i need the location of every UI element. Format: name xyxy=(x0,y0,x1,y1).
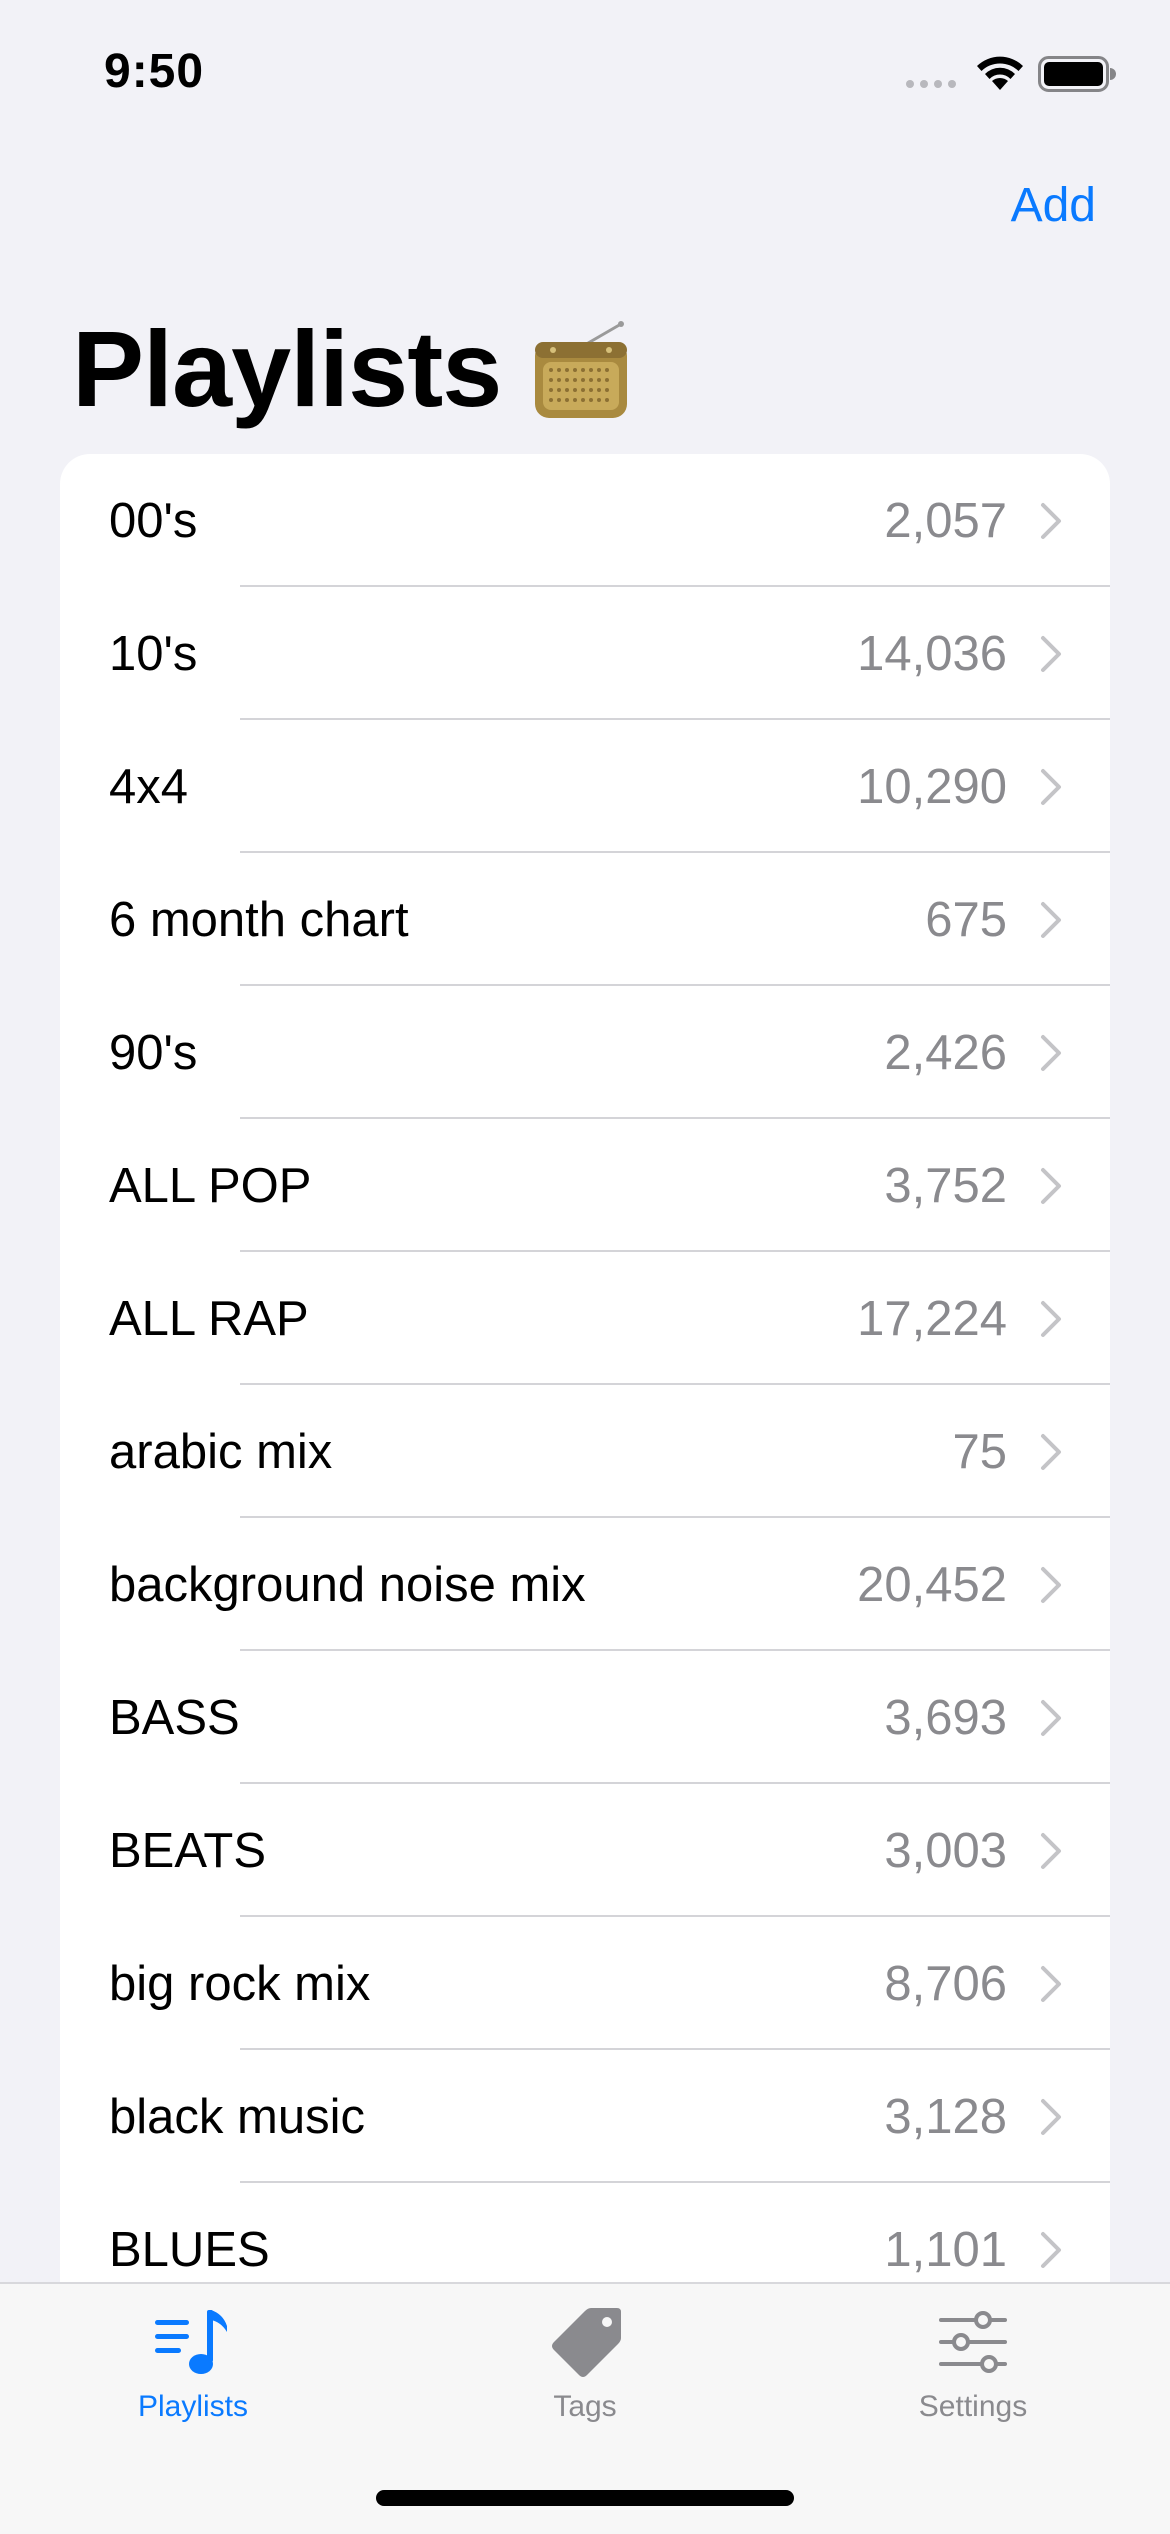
playlist-name: BLUES xyxy=(109,2222,270,2277)
battery-icon xyxy=(1038,56,1116,92)
chevron-right-icon xyxy=(1041,502,1061,539)
playlist-count: 8,706 xyxy=(884,1956,1007,2011)
list-item[interactable]: ALL RAP 17,224 xyxy=(60,1252,1110,1385)
tab-label: Settings xyxy=(918,2390,1028,2423)
playlist-count: 17,224 xyxy=(857,1291,1007,1346)
playlist-name: BASS xyxy=(109,1690,240,1745)
chevron-right-icon xyxy=(1041,1167,1061,1204)
playlist-name: big rock mix xyxy=(109,1956,371,2011)
tab-label: Playlists xyxy=(137,2390,249,2423)
sliders-icon xyxy=(939,2311,1007,2373)
status-time: 9:50 xyxy=(104,45,205,98)
tab-label: Tags xyxy=(553,2390,617,2423)
playlist-name: background noise mix xyxy=(109,1557,586,1612)
chevron-right-icon xyxy=(1041,2098,1061,2135)
playlist-name: ALL RAP xyxy=(109,1291,309,1346)
chevron-right-icon xyxy=(1041,1832,1061,1869)
list-item[interactable]: BASS 3,693 xyxy=(60,1651,1110,1784)
playlist-count: 2,426 xyxy=(884,1025,1007,1080)
list-item[interactable]: 6 month chart 675 xyxy=(60,853,1110,986)
list-item[interactable]: black music 3,128 xyxy=(60,2050,1110,2183)
playlist-name: black music xyxy=(109,2089,365,2144)
list-item[interactable]: BEATS 3,003 xyxy=(60,1784,1110,1917)
tab-playlists[interactable]: Playlists xyxy=(63,2304,323,2444)
status-bar: 9:50 xyxy=(0,0,1170,140)
playlist-count: 75 xyxy=(952,1424,1007,1479)
playlist-count: 3,752 xyxy=(884,1158,1007,1213)
playlist-name: 00's xyxy=(109,493,198,548)
playlist-count: 20,452 xyxy=(857,1557,1007,1612)
playlist-count: 675 xyxy=(925,892,1007,947)
list-item[interactable]: 10's 14,036 xyxy=(60,587,1110,720)
playlist-name: 10's xyxy=(109,626,198,681)
radio-icon xyxy=(535,320,628,418)
tab-tags[interactable]: Tags xyxy=(455,2304,715,2444)
list-item[interactable]: big rock mix 8,706 xyxy=(60,1917,1110,2050)
page-title-text: Playlists xyxy=(72,308,502,429)
list-item[interactable]: arabic mix 75 xyxy=(60,1385,1110,1518)
chevron-right-icon xyxy=(1041,1433,1061,1470)
playlist-name: 4x4 xyxy=(109,759,189,814)
playlist-count: 2,057 xyxy=(884,493,1007,548)
list-item[interactable]: 4x4 10,290 xyxy=(60,720,1110,853)
playlist-count: 3,693 xyxy=(884,1690,1007,1745)
tab-settings[interactable]: Settings xyxy=(843,2304,1103,2444)
home-indicator[interactable] xyxy=(376,2490,794,2506)
playlist-count: 3,128 xyxy=(884,2089,1007,2144)
chevron-right-icon xyxy=(1041,1699,1061,1736)
playlist-count: 10,290 xyxy=(857,759,1007,814)
playlist-list: 00's 2,057 10's 14,036 4x4 10,290 6 mont… xyxy=(60,454,1110,2354)
chevron-right-icon xyxy=(1041,635,1061,672)
playlist-count: 14,036 xyxy=(857,626,1007,681)
chevron-right-icon xyxy=(1041,1566,1061,1603)
playlist-name: 6 month chart xyxy=(109,892,409,947)
list-item[interactable]: 90's 2,426 xyxy=(60,986,1110,1119)
chevron-right-icon xyxy=(1041,1034,1061,1071)
chevron-right-icon xyxy=(1041,1965,1061,2002)
list-item[interactable]: ALL POP 3,752 xyxy=(60,1119,1110,1252)
wifi-icon xyxy=(977,56,1023,90)
music-list-icon xyxy=(155,2310,227,2374)
cellular-signal-icon xyxy=(906,80,956,88)
chevron-right-icon xyxy=(1041,1300,1061,1337)
playlist-name: arabic mix xyxy=(109,1424,333,1479)
chevron-right-icon xyxy=(1041,901,1061,938)
add-button[interactable]: Add xyxy=(1011,178,1096,233)
tag-icon xyxy=(552,2308,621,2377)
chevron-right-icon xyxy=(1041,2231,1061,2268)
list-item[interactable]: background noise mix 20,452 xyxy=(60,1518,1110,1651)
list-item[interactable]: 00's 2,057 xyxy=(60,454,1110,587)
playlist-name: 90's xyxy=(109,1025,198,1080)
playlist-count: 3,003 xyxy=(884,1823,1007,1878)
playlist-count: 1,101 xyxy=(884,2222,1007,2277)
playlist-name: ALL POP xyxy=(109,1158,312,1213)
page-title: Playlists xyxy=(72,306,631,431)
playlist-name: BEATS xyxy=(109,1823,267,1878)
chevron-right-icon xyxy=(1041,768,1061,805)
